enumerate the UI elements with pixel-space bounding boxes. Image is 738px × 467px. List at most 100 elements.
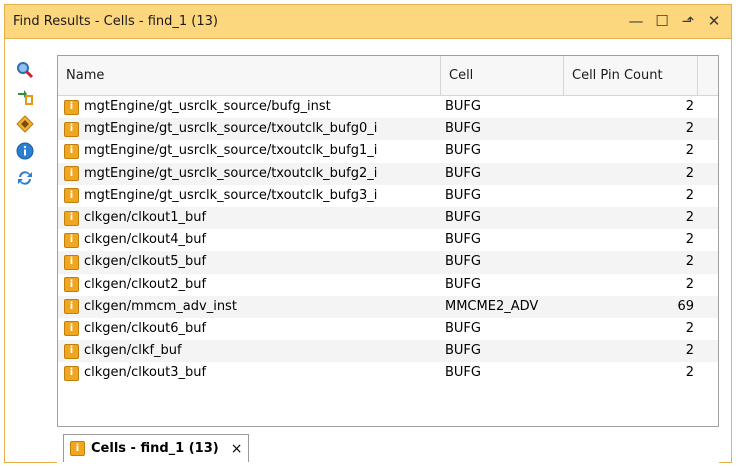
cell-name-text: clkgen/clkf_buf — [84, 343, 182, 359]
cell-type: BUFG — [445, 232, 481, 248]
cell-name-text: mgtEngine/gt_usrclk_source/txoutclk_bufg… — [84, 121, 378, 137]
cell-info-icon: i — [64, 299, 79, 315]
cell-pin-count: 2 — [685, 320, 694, 336]
cell-info-icon: i — [64, 210, 79, 226]
cell-pin-count: 2 — [685, 232, 694, 248]
cell-pin-count: 2 — [685, 165, 694, 181]
table-row[interactable]: i clkgen/clkout4_buf BUFG 2 — [58, 229, 718, 251]
cell-name-text: mgtEngine/gt_usrclk_source/bufg_inst — [84, 99, 331, 114]
float-button[interactable]: ⬏ — [679, 11, 697, 31]
cell-pin-count: 2 — [685, 365, 694, 381]
cell-pin-count: 2 — [685, 343, 694, 359]
column-header-name[interactable]: Name — [58, 56, 441, 96]
cell-pin-count: 2 — [685, 209, 694, 225]
table-row[interactable]: i mgtEngine/gt_usrclk_source/bufg_inst BUF… — [58, 96, 718, 118]
cell-info-icon: i — [64, 321, 79, 337]
column-header-cell[interactable]: Cell — [441, 56, 564, 96]
cell-type: BUFG — [445, 276, 481, 292]
table-header: Name Cell Cell Pin Count — [58, 56, 718, 96]
cell-type: BUFG — [445, 187, 481, 203]
cell-info-icon: i — [70, 441, 85, 456]
column-header-pin-count[interactable]: Cell Pin Count — [564, 56, 698, 96]
cell-name: i mgtEngine/gt_usrclk_source/txoutclk_buf… — [64, 118, 441, 140]
cell-pin-count: 2 — [685, 99, 694, 114]
table-row[interactable]: i mgtEngine/gt_usrclk_source/txoutclk_buf… — [58, 162, 718, 185]
cell-info-icon: i — [64, 365, 79, 381]
table-row[interactable]: i clkgen/clkout6_buf BUFG 2 — [58, 318, 718, 340]
cell-name-text: clkgen/clkout5_buf — [84, 254, 207, 270]
cell-name: i mgtEngine/gt_usrclk_source/txoutclk_buf… — [64, 140, 441, 162]
cell-name: i mgtEngine/gt_usrclk_source/txoutclk_buf… — [64, 163, 441, 185]
cell-type: BUFG — [445, 165, 481, 181]
cell-name: i clkgen/clkout4_buf — [64, 229, 441, 251]
table-row[interactable]: i clkgen/clkout1_buf BUFG 2 — [58, 206, 718, 230]
cell-name: i clkgen/clkf_buf — [64, 340, 441, 362]
cell-name: i clkgen/mmcm_adv_inst — [64, 296, 441, 318]
cell-info-icon: i — [64, 143, 79, 159]
table-row[interactable]: i clkgen/clkf_buf BUFG 2 — [58, 340, 718, 363]
results-table: Name Cell Cell Pin Count i mgtEngine/gt_u… — [57, 55, 719, 427]
table-row[interactable]: i clkgen/clkout3_buf BUFG 2 — [58, 362, 718, 384]
cell-name-text: clkgen/clkout4_buf — [84, 232, 207, 248]
cell-name-text: mgtEngine/gt_usrclk_source/txoutclk_bufg… — [84, 187, 378, 203]
cell-info-icon: i — [64, 188, 79, 204]
cell-name: i mgtEngine/gt_usrclk_source/bufg_inst — [64, 96, 441, 118]
cell-type: BUFG — [445, 143, 481, 159]
table-row[interactable]: i mgtEngine/gt_usrclk_source/txoutclk_buf… — [58, 185, 718, 207]
cell-type: MMCME2_ADV — [445, 298, 539, 314]
cell-pin-count: 2 — [685, 187, 694, 203]
cell-info-icon: i — [64, 277, 79, 293]
table-row[interactable]: i clkgen/clkout2_buf BUFG 2 — [58, 274, 718, 296]
window-controls: — ☐ ⬏ ✕ — [627, 11, 723, 31]
cell-type: BUFG — [445, 99, 481, 114]
cell-name-text: clkgen/clkout6_buf — [84, 320, 207, 336]
cell-pin-count: 2 — [685, 276, 694, 292]
side-toolbar — [5, 40, 43, 428]
refresh-icon[interactable] — [15, 168, 35, 188]
cell-info-icon: i — [64, 232, 79, 248]
minimize-button[interactable]: — — [627, 11, 645, 31]
tab-close-icon[interactable]: × — [231, 441, 243, 457]
find-results-window: Find Results - Cells - find_1 (13) — ☐ ⬏… — [4, 4, 732, 464]
table-row[interactable]: i mgtEngine/gt_usrclk_source/txoutclk_buf… — [58, 140, 718, 162]
cell-name: i clkgen/clkout3_buf — [64, 362, 441, 384]
table-row[interactable]: i clkgen/clkout5_buf BUFG 2 — [58, 251, 718, 274]
cell-name: i clkgen/clkout5_buf — [64, 251, 441, 273]
cell-name: i mgtEngine/gt_usrclk_source/txoutclk_buf… — [64, 185, 441, 207]
cell-name: i clkgen/clkout6_buf — [64, 318, 441, 340]
cell-info-icon: i — [64, 166, 79, 182]
cell-pin-count: 2 — [685, 143, 694, 159]
cell-name-text: clkgen/clkout1_buf — [84, 209, 207, 225]
maximize-button[interactable]: ☐ — [653, 11, 671, 31]
cell-type: BUFG — [445, 320, 481, 336]
bottom-tab-bar: i Cells - find_1 (13) × — [57, 430, 719, 464]
cell-type: BUFG — [445, 254, 481, 270]
cell-info-icon: i — [64, 121, 79, 137]
window-title: Find Results - Cells - find_1 (13) — [13, 14, 218, 29]
tab-label: Cells - find_1 (13) — [91, 441, 219, 456]
cell-name-text: clkgen/clkout2_buf — [84, 276, 207, 292]
table-body: i mgtEngine/gt_usrclk_source/bufg_inst BUF… — [58, 96, 718, 384]
window-titlebar[interactable]: Find Results - Cells - find_1 (13) — ☐ ⬏… — [5, 5, 731, 39]
cell-name-text: clkgen/clkout3_buf — [84, 365, 207, 381]
close-button[interactable]: ✕ — [705, 11, 723, 31]
column-header-filler — [698, 56, 718, 96]
cell-info-icon: i — [64, 99, 79, 115]
cell-name-text: clkgen/mmcm_adv_inst — [84, 298, 237, 314]
cell-pin-count: 2 — [685, 254, 694, 270]
cell-pin-count: 69 — [677, 298, 694, 314]
cell-pin-count: 2 — [685, 121, 694, 137]
cell-type: BUFG — [445, 365, 481, 381]
properties-icon[interactable] — [15, 114, 35, 134]
cell-name-text: mgtEngine/gt_usrclk_source/txoutclk_bufg… — [84, 165, 378, 181]
tab-cells-find-1[interactable]: i Cells - find_1 (13) × — [63, 434, 250, 462]
info-icon[interactable] — [15, 141, 35, 161]
search-icon[interactable] — [15, 60, 35, 80]
table-row[interactable]: i mgtEngine/gt_usrclk_source/txoutclk_buf… — [58, 118, 718, 141]
table-row[interactable]: i clkgen/mmcm_adv_inst MMCME2_ADV 69 — [58, 295, 718, 318]
expand-icon[interactable] — [15, 87, 35, 107]
cell-name: i clkgen/clkout2_buf — [64, 274, 441, 296]
cell-name-text: mgtEngine/gt_usrclk_source/txoutclk_bufg… — [84, 143, 378, 159]
cell-type: BUFG — [445, 343, 481, 359]
cell-info-icon: i — [64, 254, 79, 270]
